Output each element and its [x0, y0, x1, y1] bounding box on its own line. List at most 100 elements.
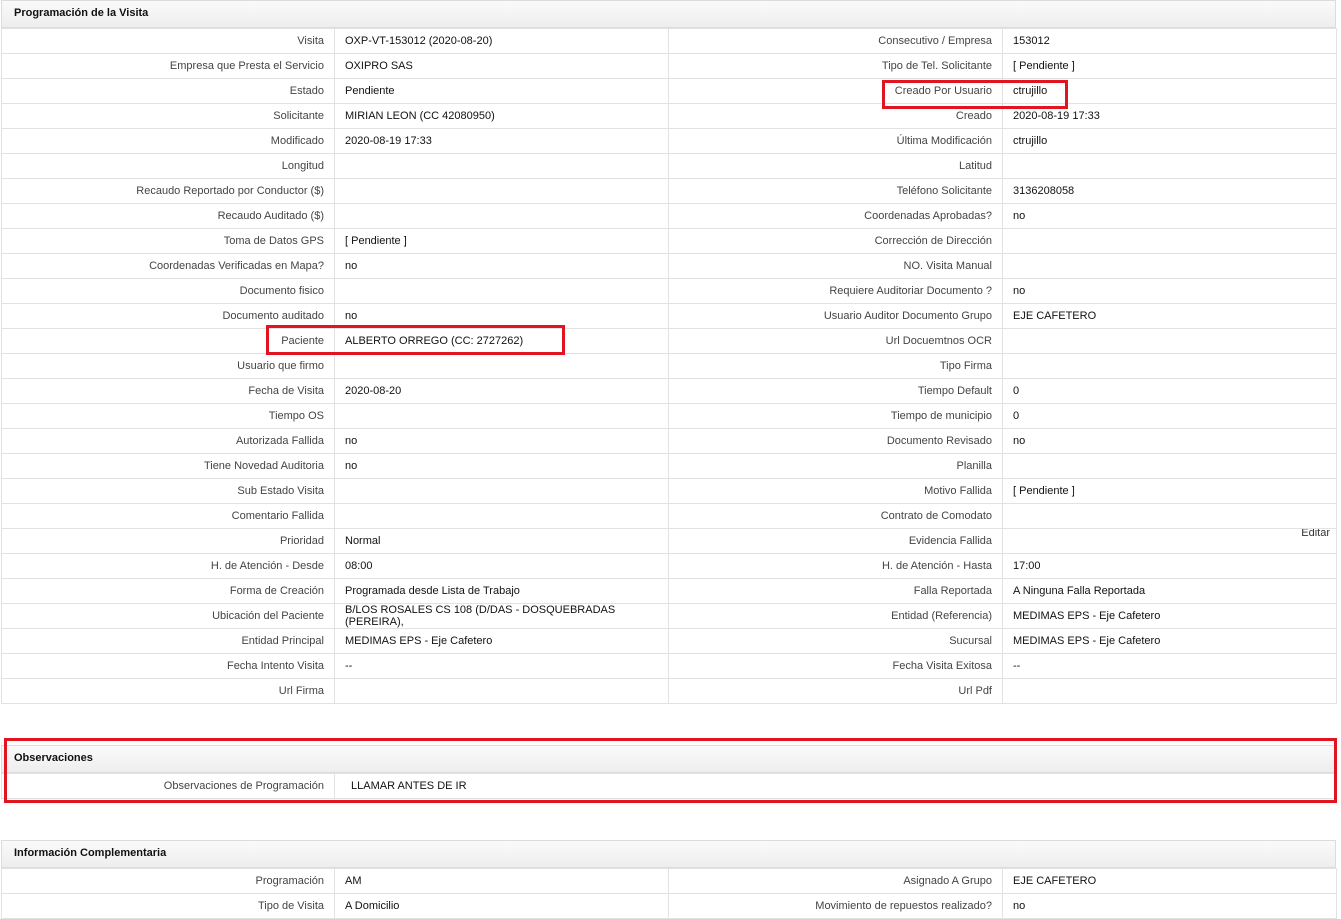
- table-row: Longitud Latitud: [1, 153, 1337, 179]
- table-row: Solicitante MIRIAN LEON (CC 42080950) Crea…: [1, 103, 1337, 129]
- field-label: Teléfono Solicitante: [668, 178, 1003, 204]
- field-label: H. de Atención - Desde: [1, 553, 335, 579]
- field-value: Editar: [1002, 528, 1337, 554]
- table-row: Tipo de Visita A Domicilio Movimiento de r…: [1, 893, 1337, 919]
- field-label: Recaudo Reportado por Conductor ($): [1, 178, 335, 204]
- field-value: Pendiente: [334, 78, 669, 104]
- field-label: Tiempo Default: [668, 378, 1003, 404]
- field-label: Toma de Datos GPS: [1, 228, 335, 254]
- table-row: Url Firma Url Pdf: [1, 678, 1337, 704]
- field-label: Url Pdf: [668, 678, 1003, 704]
- field-value: EJE CAFETERO: [1002, 868, 1337, 894]
- field-label: Última Modificación: [668, 128, 1003, 154]
- field-label: Movimiento de repuestos realizado?: [668, 893, 1003, 919]
- field-value: [1002, 153, 1337, 179]
- field-value: 153012: [1002, 28, 1337, 54]
- field-value: 2020-08-20: [334, 378, 669, 404]
- field-value: ALBERTO ORREGO (CC: 2727262): [334, 328, 669, 354]
- field-value: A Domicilio: [334, 893, 669, 919]
- observaciones-value: LLAMAR ANTES DE IR: [334, 773, 1336, 799]
- field-value: no: [334, 453, 669, 479]
- field-label: Comentario Fallida: [1, 503, 335, 529]
- observaciones-table: Observaciones de Programación LLAMAR ANT…: [1, 773, 1336, 799]
- field-label: Tiempo de municipio: [668, 403, 1003, 429]
- field-label: Contrato de Comodato: [668, 503, 1003, 529]
- field-label: Fecha Intento Visita: [1, 653, 335, 679]
- complementaria-title: Información Complementaria: [1, 840, 1336, 868]
- table-row: Entidad Principal MEDIMAS EPS - Eje Cafet…: [1, 628, 1337, 654]
- table-row: Toma de Datos GPS[ Pendiente ] Corrección…: [1, 228, 1337, 254]
- field-value: [334, 153, 669, 179]
- field-value: MEDIMAS EPS - Eje Cafetero: [1002, 603, 1337, 629]
- field-value: MEDIMAS EPS - Eje Cafetero: [1002, 628, 1337, 654]
- editar-link[interactable]: Editar: [1301, 530, 1330, 540]
- table-row: Fecha de Visita 2020-08-20 Tiempo Default…: [1, 378, 1337, 404]
- field-label: H. de Atención - Hasta: [668, 553, 1003, 579]
- field-value: MIRIAN LEON (CC 42080950): [334, 103, 669, 129]
- field-value: A Ninguna Falla Reportada: [1002, 578, 1337, 604]
- field-label: Tipo de Visita: [1, 893, 335, 919]
- field-label: Corrección de Dirección: [668, 228, 1003, 254]
- field-value: 0: [1002, 403, 1337, 429]
- table-row: Comentario Fallida Contrato de Comodato: [1, 503, 1337, 529]
- field-label: NO. Visita Manual: [668, 253, 1003, 279]
- field-value: OXIPRO SAS: [334, 53, 669, 79]
- table-row: Sub Estado Visita Motivo Fallida[ Pendien…: [1, 478, 1337, 504]
- table-row: Usuario que firmo Tipo Firma: [1, 353, 1337, 379]
- field-value: B/LOS ROSALES CS 108 (D/DAS - DOSQUEBRAD…: [334, 603, 669, 629]
- table-row: Paciente ALBERTO ORREGO (CC: 2727262) Url …: [1, 328, 1337, 354]
- field-label: Usuario Auditor Documento Grupo: [668, 303, 1003, 329]
- field-value: AM: [334, 868, 669, 894]
- field-label: Coordenadas Aprobadas?: [668, 203, 1003, 229]
- field-label: Autorizada Fallida: [1, 428, 335, 454]
- field-label: Fecha Visita Exitosa: [668, 653, 1003, 679]
- field-value: [1002, 253, 1337, 279]
- complementaria-table: Programación AM Asignado A Grupo EJE CAFETE…: [1, 868, 1337, 919]
- field-value: no: [1002, 203, 1337, 229]
- field-value: 0: [1002, 378, 1337, 404]
- field-value: 17:00: [1002, 553, 1337, 579]
- table-row: Observaciones de Programación LLAMAR ANT…: [1, 773, 1336, 799]
- programacion-table: Visita OXP-VT-153012 (2020-08-20) Consecut…: [1, 28, 1337, 704]
- field-label: Creado Por Usuario: [668, 78, 1003, 104]
- table-row: Autorizada Fallida no Documento Revisado …: [1, 428, 1337, 454]
- field-value: [334, 278, 669, 304]
- field-label: Consecutivo / Empresa: [668, 28, 1003, 54]
- field-label: Documento auditado: [1, 303, 335, 329]
- field-value: [1002, 328, 1337, 354]
- observaciones-panel: Observaciones Observaciones de Programac…: [1, 745, 1336, 799]
- field-value: no: [1002, 893, 1337, 919]
- table-row: Documento auditado no Usuario Auditor Doc…: [1, 303, 1337, 329]
- field-value: no: [334, 303, 669, 329]
- table-row: Modificado 2020-08-19 17:33 Última Modific…: [1, 128, 1337, 154]
- programacion-panel: Programación de la Visita Visita OXP-VT-1…: [1, 0, 1337, 704]
- field-value: --: [1002, 653, 1337, 679]
- table-row: Prioridad Normal Evidencia Fallida Editar: [1, 528, 1337, 554]
- table-row: H. de Atención - Desde 08:00 H. de Atenció…: [1, 553, 1337, 579]
- field-label: Paciente: [1, 328, 335, 354]
- field-label: Recaudo Auditado ($): [1, 203, 335, 229]
- table-row: Visita OXP-VT-153012 (2020-08-20) Consecut…: [1, 28, 1337, 54]
- table-row: Tiempo OS Tiempo de municipio 0: [1, 403, 1337, 429]
- field-label: Latitud: [668, 153, 1003, 179]
- field-value: EJE CAFETERO: [1002, 303, 1337, 329]
- field-value: [1002, 353, 1337, 379]
- field-value: --: [334, 653, 669, 679]
- field-label: Programación: [1, 868, 335, 894]
- field-value: [334, 478, 669, 504]
- field-label: Ubicación del Paciente: [1, 603, 335, 629]
- field-label: Visita: [1, 28, 335, 54]
- field-value: [1002, 228, 1337, 254]
- field-label: Fecha de Visita: [1, 378, 335, 404]
- table-row: Tiene Novedad Auditoria no Planilla: [1, 453, 1337, 479]
- field-value: no: [334, 428, 669, 454]
- field-label: Solicitante: [1, 103, 335, 129]
- field-value: no: [1002, 278, 1337, 304]
- complementaria-panel: Información Complementaria Programación A…: [1, 840, 1337, 919]
- field-value: [334, 178, 669, 204]
- field-label: Requiere Auditoriar Documento ?: [668, 278, 1003, 304]
- table-row: Coordenadas Verificadas en Mapa? no NO. V…: [1, 253, 1337, 279]
- field-value: 2020-08-19 17:33: [334, 128, 669, 154]
- table-row: Fecha Intento Visita -- Fecha Visita Exit…: [1, 653, 1337, 679]
- field-value: OXP-VT-153012 (2020-08-20): [334, 28, 669, 54]
